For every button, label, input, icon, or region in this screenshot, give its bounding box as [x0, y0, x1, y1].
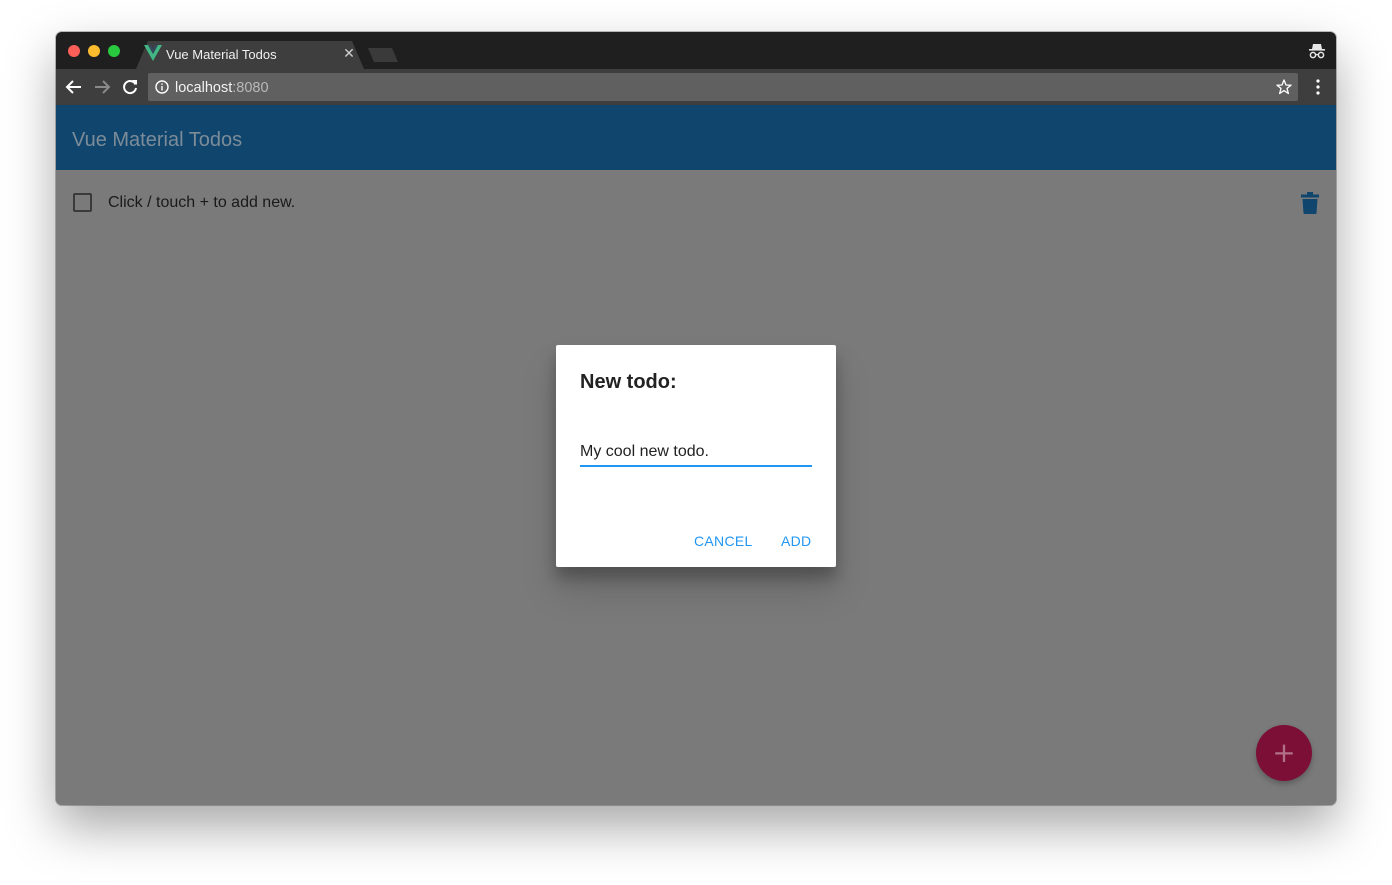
url-host: localhost — [175, 80, 233, 96]
add-todo-button[interactable]: + — [1256, 725, 1312, 781]
list-item: Click / touch + to add new. — [56, 170, 1336, 234]
tab-title: Vue Material Todos — [166, 47, 277, 62]
dialog-title: New todo: — [580, 371, 677, 393]
plus-icon: + — [1272, 736, 1296, 769]
app-toolbar: Vue Material Todos — [56, 105, 1336, 170]
tab-strip: Vue Material Todos ✕ — [56, 32, 1336, 69]
new-tab-button[interactable] — [368, 48, 398, 62]
app-title: Vue Material Todos — [72, 129, 243, 151]
todo-checkbox[interactable] — [73, 193, 92, 212]
browser-window: Vue Material Todos ✕ localhost:8080 Vue … — [56, 32, 1336, 805]
vue-logo-icon — [144, 45, 162, 61]
minimize-window-button[interactable] — [88, 45, 100, 57]
todo-input[interactable] — [580, 439, 812, 467]
incognito-icon — [1309, 44, 1325, 59]
back-arrow-icon[interactable] — [65, 78, 83, 96]
add-button[interactable]: ADD — [773, 525, 819, 557]
maximize-window-button[interactable] — [108, 45, 120, 57]
url-port: :8080 — [232, 80, 269, 96]
info-icon[interactable] — [155, 80, 169, 94]
cancel-button[interactable]: CANCEL — [686, 525, 761, 557]
close-icon[interactable]: ✕ — [342, 45, 356, 61]
todo-text: Click / touch + to add new. — [108, 194, 296, 211]
browser-toolbar: localhost:8080 — [56, 69, 1336, 105]
reload-icon[interactable] — [121, 78, 139, 96]
address-bar[interactable]: localhost:8080 — [148, 73, 1298, 101]
url-text: localhost:8080 — [175, 80, 269, 96]
trash-icon[interactable] — [1301, 192, 1319, 214]
new-todo-dialog: New todo: CANCEL ADD — [556, 345, 836, 567]
star-icon[interactable] — [1276, 79, 1292, 95]
dialog-actions: CANCEL ADD — [556, 525, 836, 557]
close-window-button[interactable] — [68, 45, 80, 57]
kebab-menu-icon[interactable] — [1310, 78, 1326, 96]
forward-arrow-icon[interactable] — [93, 78, 111, 96]
